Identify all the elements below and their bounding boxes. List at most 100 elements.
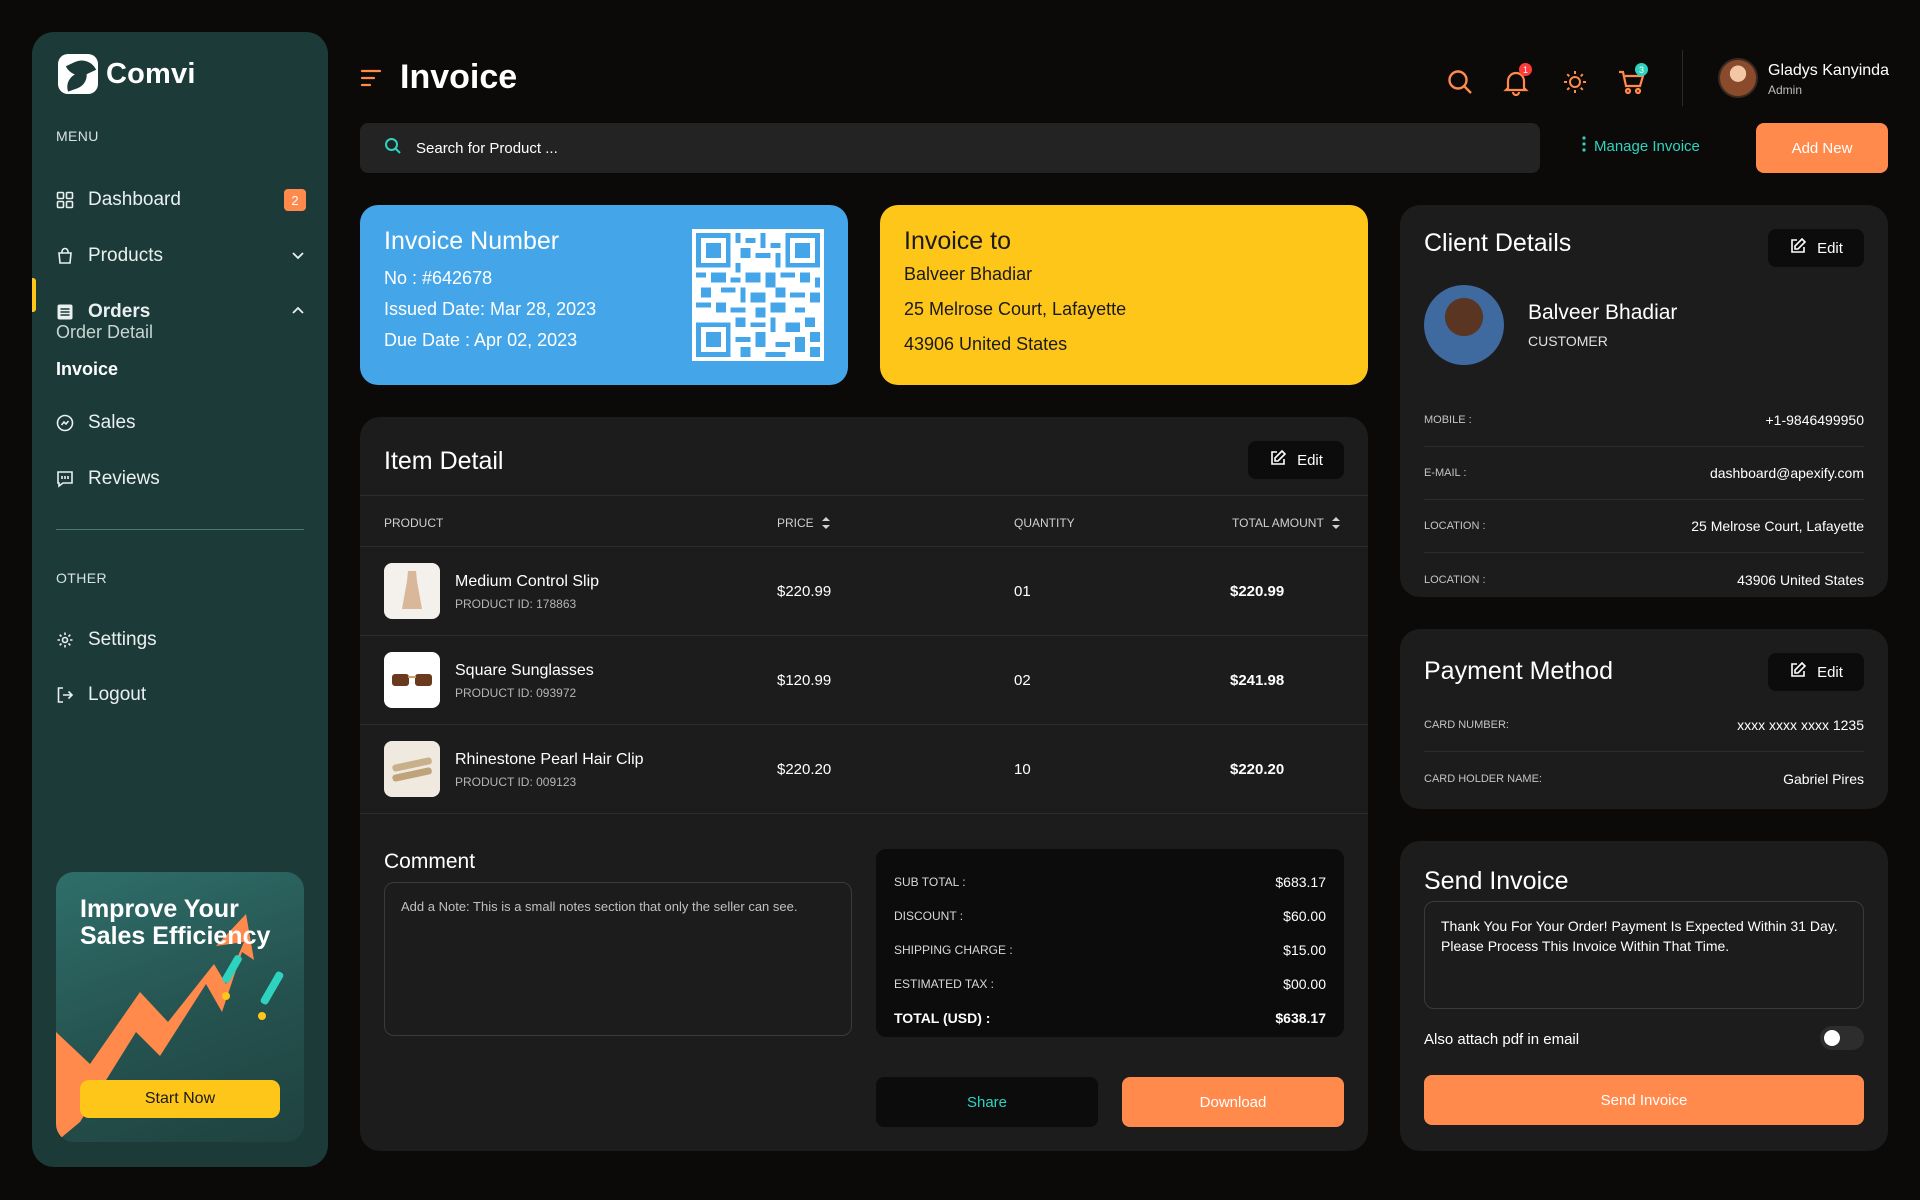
- summary-label: DISCOUNT :: [894, 909, 964, 923]
- summary-value: $15.00: [1283, 942, 1326, 958]
- summary-value: $683.17: [1275, 874, 1326, 890]
- header-divider: [1682, 50, 1683, 106]
- sun-icon[interactable]: [1561, 68, 1589, 96]
- menu-section-label: MENU: [56, 128, 99, 144]
- sidebar-subitem-invoice[interactable]: Invoice: [56, 359, 118, 380]
- add-new-button[interactable]: Add New: [1756, 123, 1888, 173]
- client-edit-button[interactable]: Edit: [1768, 229, 1864, 267]
- send-invoice-message[interactable]: Thank You For Your Order! Payment Is Exp…: [1424, 901, 1864, 1009]
- sidebar-item-reviews[interactable]: Reviews: [56, 461, 306, 497]
- sidebar-item-settings[interactable]: Settings: [56, 622, 306, 658]
- more-vertical-icon: [1582, 136, 1586, 156]
- sidebar-item-label: Sales: [88, 412, 136, 433]
- summary-row: SUB TOTAL : $683.17: [894, 865, 1326, 899]
- brand-logo[interactable]: Comvi: [58, 54, 196, 94]
- product-total: $220.99: [1230, 583, 1285, 600]
- field-value[interactable]: dashboard@apexify.com: [1710, 465, 1864, 481]
- qr-code-icon[interactable]: [692, 229, 824, 361]
- field-label: E-MAIL :: [1424, 467, 1467, 479]
- invoice-number-card: Invoice Number No : #642678 Issued Date:…: [360, 205, 848, 385]
- cart-badge: 3: [1635, 63, 1648, 76]
- logout-icon: [56, 686, 74, 704]
- search-icon[interactable]: [1446, 68, 1474, 96]
- sidebar-item-products[interactable]: Products: [56, 238, 306, 274]
- total-value: $638.17: [1275, 1010, 1326, 1026]
- brand-name: Comvi: [106, 57, 196, 90]
- manage-invoice-link[interactable]: Manage Invoice: [1582, 136, 1700, 156]
- table-row[interactable]: Medium Control Slip PRODUCT ID: 178863 $…: [360, 547, 1368, 636]
- comment-textarea[interactable]: Add a Note: This is a small notes sectio…: [384, 882, 852, 1036]
- table-row[interactable]: Rhinestone Pearl Hair Clip PRODUCT ID: 0…: [360, 725, 1368, 814]
- sidebar-item-logout[interactable]: Logout: [56, 677, 306, 713]
- summary-row: DISCOUNT : $60.00: [894, 899, 1326, 933]
- promo-card: Improve Your Sales Efficiency Start Now: [56, 872, 304, 1142]
- col-price[interactable]: PRICE: [777, 516, 830, 530]
- col-total[interactable]: TOTAL AMOUNT: [1232, 516, 1340, 530]
- sort-icon: [821, 517, 830, 529]
- cart-icon[interactable]: 3: [1617, 63, 1648, 96]
- sidebar-subitem-order-detail[interactable]: Order Detail: [56, 322, 153, 343]
- product-price: $220.99: [777, 583, 832, 600]
- product-quantity: 01: [1014, 583, 1031, 600]
- manage-invoice-label: Manage Invoice: [1594, 137, 1700, 155]
- edit-label: Edit: [1817, 663, 1843, 681]
- attach-pdf-toggle[interactable]: [1820, 1026, 1864, 1050]
- field-label: LOCATION :: [1424, 520, 1486, 532]
- start-now-button[interactable]: Start Now: [80, 1080, 280, 1118]
- product-id: PRODUCT ID: 178863: [455, 597, 577, 611]
- sidebar-item-label: Reviews: [88, 468, 160, 489]
- bell-icon[interactable]: 1: [1502, 63, 1532, 97]
- chart-icon: [56, 414, 74, 432]
- summary-label: SUB TOTAL :: [894, 875, 966, 889]
- sidebar-item-dashboard[interactable]: Dashboard 2: [56, 182, 306, 218]
- chevron-down-icon[interactable]: [290, 247, 306, 269]
- item-detail-panel: Item Detail Edit PRODUCT PRICE QUANTITY …: [360, 417, 1368, 1151]
- payment-field-card-number: CARD NUMBER: xxxx xxxx xxxx 1235: [1424, 699, 1864, 752]
- hamburger-menu-icon[interactable]: [360, 68, 382, 93]
- order-summary: SUB TOTAL : $683.17 DISCOUNT : $60.00 SH…: [876, 849, 1344, 1037]
- client-details-panel: Client Details Edit Balveer Bhadiar CUST…: [1400, 205, 1888, 597]
- client-field-location-2: LOCATION : 43906 United States: [1424, 553, 1864, 606]
- sidebar-item-label: Dashboard: [88, 189, 181, 210]
- avatar[interactable]: [1718, 58, 1758, 98]
- avatar: [1424, 285, 1504, 365]
- sidebar: Comvi MENU Dashboard 2 Products Orders O…: [32, 32, 328, 1167]
- user-name: Gladys Kanyinda: [1768, 62, 1889, 79]
- send-invoice-button[interactable]: Send Invoice: [1424, 1075, 1864, 1125]
- item-table: PRODUCT PRICE QUANTITY TOTAL AMOUNT Medi…: [360, 495, 1368, 814]
- invoice-to-address2: 43906 United States: [904, 334, 1068, 354]
- field-value: Gabriel Pires: [1783, 770, 1864, 787]
- product-name: Rhinestone Pearl Hair Clip: [455, 751, 644, 768]
- product-id: PRODUCT ID: 093972: [455, 686, 577, 700]
- share-button[interactable]: Share: [876, 1077, 1098, 1127]
- slip-dress-thumbnail: [384, 563, 440, 619]
- sidebar-item-label: Products: [88, 245, 163, 266]
- search-icon: [384, 137, 402, 160]
- user-role: Admin: [1768, 83, 1803, 97]
- sidebar-item-label: Logout: [88, 684, 147, 705]
- download-button[interactable]: Download: [1122, 1077, 1344, 1127]
- sidebar-item-sales[interactable]: Sales: [56, 405, 306, 441]
- field-label: CARD NUMBER:: [1424, 719, 1509, 731]
- sidebar-item-label: Settings: [88, 629, 157, 650]
- promo-title: Improve Your Sales Efficiency: [80, 895, 271, 950]
- payment-edit-button[interactable]: Edit: [1768, 653, 1864, 691]
- product-id: PRODUCT ID: 009123: [455, 775, 577, 789]
- payment-method-panel: Payment Method Edit CARD NUMBER: xxxx xx…: [1400, 629, 1888, 809]
- invoice-to-card: Invoice to Balveer Bhadiar 25 Melrose Co…: [880, 205, 1368, 385]
- invoice-to-name: Balveer Bhadiar: [904, 264, 1033, 284]
- product-name: Square Sunglasses: [455, 662, 594, 679]
- edit-label: Edit: [1297, 451, 1323, 469]
- item-edit-button[interactable]: Edit: [1248, 441, 1344, 479]
- summary-row: ESTIMATED TAX : $00.00: [894, 967, 1326, 1001]
- chevron-up-icon[interactable]: [290, 303, 306, 325]
- edit-icon: [1789, 661, 1807, 683]
- summary-label: SHIPPING CHARGE :: [894, 943, 1013, 957]
- summary-value: $00.00: [1283, 976, 1326, 992]
- search-input[interactable]: [416, 139, 1316, 157]
- client-field-mobile: MOBILE : +1-9846499950: [1424, 394, 1864, 447]
- attach-pdf-label: Also attach pdf in email: [1424, 1031, 1580, 1048]
- table-row[interactable]: Square Sunglasses PRODUCT ID: 093972 $12…: [360, 636, 1368, 725]
- sidebar-divider: [56, 529, 304, 530]
- item-detail-title: Item Detail: [384, 447, 504, 475]
